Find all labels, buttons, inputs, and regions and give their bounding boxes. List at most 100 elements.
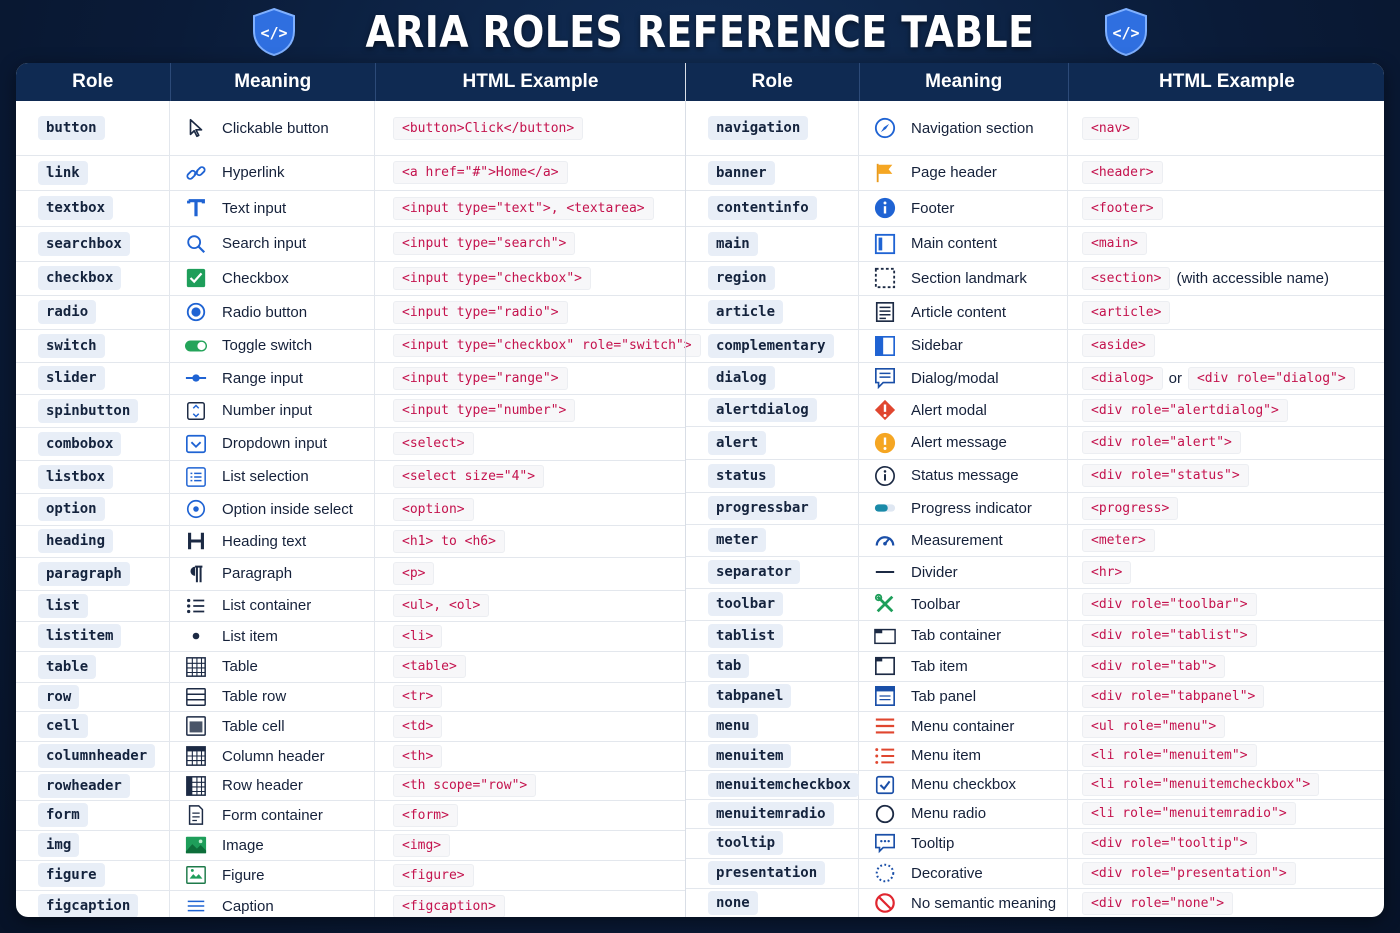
role-name: listitem: [38, 624, 122, 648]
meaning-cell: Footer: [859, 190, 1068, 226]
html-example-code: <div role="status">: [1082, 464, 1249, 487]
role-cell: alert: [686, 426, 859, 459]
table-header: Role Meaning HTML Example: [686, 63, 1384, 101]
meaning-text: Menu radio: [911, 805, 987, 822]
example-cell: <ul role="menu">: [1068, 711, 1384, 741]
form-icon: [184, 803, 208, 827]
role-cell: figcaption: [16, 890, 170, 917]
role-column-header: Role: [16, 63, 171, 101]
meaning-cell: Form container: [170, 800, 375, 830]
example-cell: <input type="checkbox" role="switch">: [375, 329, 701, 362]
meaning-text: No semantic meaning: [911, 894, 1057, 912]
meaning-text: Menu item: [911, 747, 982, 764]
meaning-cell: Image: [170, 830, 375, 860]
example-column-header: HTML Example: [1159, 71, 1295, 92]
example-cell: <main>: [1068, 226, 1384, 261]
html-example-code: <input type="checkbox">: [393, 266, 592, 290]
table-icon: [184, 655, 208, 679]
role-name: heading: [38, 529, 114, 553]
role-name: figure: [38, 863, 105, 887]
dashed-square-icon: [873, 266, 897, 290]
meaning-cell: Status message: [859, 459, 1068, 492]
role-name: searchbox: [38, 231, 130, 256]
role-cell: main: [686, 226, 859, 261]
menu-checkbox-icon: [873, 773, 897, 797]
meaning-text: Alert message: [911, 434, 1007, 451]
role-name: separator: [708, 560, 800, 584]
meaning-text: Option inside select: [222, 500, 353, 518]
example-cell: <form>: [375, 800, 685, 830]
radio-icon: [184, 300, 208, 324]
meaning-cell: Caption: [170, 890, 375, 917]
meaning-text: Toggle switch: [222, 337, 313, 354]
table-row: region Section landmark <section> (with acc…: [686, 261, 1384, 296]
html-example-code: <input type="range">: [393, 366, 568, 390]
meaning-text: Heading text: [222, 532, 307, 550]
role-cell: heading: [16, 525, 170, 557]
row-header-icon: [184, 774, 208, 798]
table-row: form Form container <form>: [16, 800, 685, 831]
html-example-code: <form>: [393, 803, 458, 827]
table-row: alert Alert message <div role="alert">: [686, 426, 1384, 460]
meaning-text: Dialog/modal: [911, 369, 999, 387]
meaning-cell: Progress indicator: [859, 492, 1068, 524]
role-cell: link: [16, 155, 170, 190]
table-row: dialog Dialog/modal <dialog> or <div role="d…: [686, 362, 1384, 395]
meaning-cell: List selection: [170, 460, 375, 493]
example-cell: <h1> to <h6>: [375, 525, 685, 557]
meaning-text: Status message: [911, 467, 1019, 484]
no-symbol-icon: [873, 891, 897, 915]
example-cell: <div role="alertdialog">: [1068, 394, 1384, 426]
role-name: row: [38, 684, 80, 709]
role-name: list: [38, 593, 88, 618]
spinner-icon: [184, 399, 208, 423]
table-row: listbox List selection <select size="4">: [16, 460, 685, 494]
role-name: figcaption: [38, 894, 139, 917]
meaning-text: Menu checkbox: [911, 776, 1017, 793]
role-name: option: [38, 497, 105, 521]
meaning-text: Number input: [222, 402, 313, 419]
table-row: article Article content <article>: [686, 295, 1384, 330]
table-row: button Clickable button <button>Click</but…: [16, 101, 685, 156]
example-cell: <input type="range">: [375, 362, 685, 394]
figure-icon: [184, 863, 208, 887]
role-name: listbox: [38, 464, 114, 489]
meaning-cell: Tab panel: [859, 681, 1068, 711]
meaning-cell: Dropdown input: [170, 427, 375, 460]
meaning-text: Progress indicator: [911, 499, 1032, 517]
list-icon: [184, 594, 208, 618]
role-name: radio: [38, 300, 97, 324]
role-cell: cell: [16, 711, 170, 741]
right-table: Role Meaning HTML Example navigation Navi…: [685, 63, 1384, 917]
svg-text:</>: </>: [261, 24, 288, 42]
table-row: toolbar Toolbar <div role="toolbar">: [686, 588, 1384, 621]
example-cell: <select>: [375, 427, 685, 460]
html-example-code: <select size="4">: [393, 465, 545, 488]
role-name: spinbutton: [38, 398, 139, 423]
role-cell: complementary: [686, 329, 859, 362]
example-cell: <li role="menuitemradio">: [1068, 799, 1384, 828]
example-cell: <div role="toolbar">: [1068, 588, 1384, 620]
left-table: Role Meaning HTML Example button Clickabl…: [16, 63, 701, 917]
example-cell: <input type="radio">: [375, 295, 685, 329]
role-cell: textbox: [16, 190, 170, 226]
meaning-cell: Figure: [170, 860, 375, 890]
role-name: form: [38, 803, 88, 827]
meaning-text: Footer: [911, 199, 955, 217]
role-cell: article: [686, 295, 859, 329]
role-name: rowheader: [38, 773, 130, 798]
table-row: columnheader Column header <th>: [16, 741, 685, 772]
html-example-code: <li role="menuitem">: [1082, 744, 1257, 767]
meaning-cell: Measurement: [859, 524, 1068, 556]
meaning-cell: Dialog/modal: [859, 362, 1068, 394]
role-cell: meter: [686, 524, 859, 556]
role-name: tooltip: [708, 831, 784, 855]
example-cell: <hr>: [1068, 556, 1384, 588]
role-cell: checkbox: [16, 261, 170, 295]
text-t-icon: [184, 196, 208, 220]
html-example-code: <input type="search">: [393, 232, 576, 255]
progress-icon: [873, 496, 897, 520]
table-row: figcaption Caption <figcaption>: [16, 890, 685, 917]
link-icon: [184, 161, 208, 185]
role-cell: menuitemradio: [686, 799, 859, 828]
